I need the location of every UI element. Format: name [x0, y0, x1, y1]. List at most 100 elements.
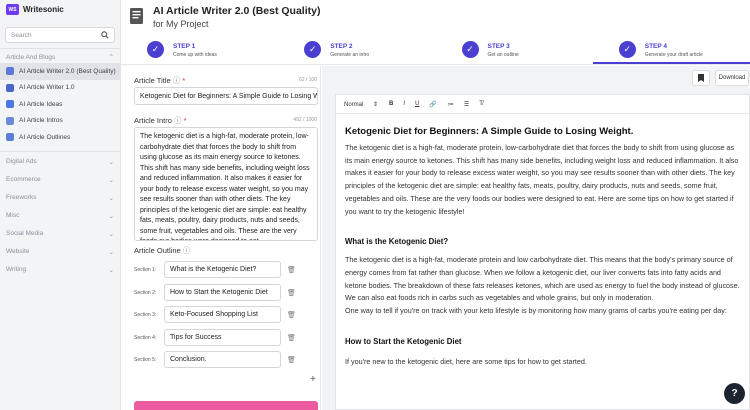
document-icon [130, 8, 143, 24]
section-label: Section 1: [134, 266, 157, 273]
category-ecommerce[interactable]: Ecommerce ⌄ [0, 174, 120, 186]
document-content[interactable]: Ketogenic Diet for Beginners: A Simple G… [336, 126, 749, 368]
format-select-value: Normal [344, 101, 364, 108]
step-2[interactable]: ✓ STEP 2 Generate an intro [278, 35, 435, 64]
chevron-down-icon: ⌄ [108, 230, 114, 238]
writesonic-logo: WS [6, 4, 19, 15]
intros-icon [6, 116, 14, 125]
category-label: Writing [6, 266, 27, 273]
sidebar: WS Writesonic Search Article And Blogs ⌃… [0, 0, 121, 410]
draft-document: Normal ⇕ B I U 🔗 ≔ ☰ T̸ Ketogenic Diet f… [335, 94, 750, 410]
article-outline-label: Article Outline ⓘ [134, 245, 190, 256]
article-intro-textarea[interactable]: The ketogenic diet is a high-fat, modera… [134, 127, 318, 241]
ideas-icon [6, 100, 14, 109]
category-misc[interactable]: Misc ⌄ [0, 210, 120, 222]
category-freeworks[interactable]: Freeworks ⌄ [0, 192, 120, 204]
trash-icon[interactable]: 🗑 [287, 356, 296, 364]
article-writer-icon [6, 83, 14, 92]
article-title-label: Article Title ⓘ * [134, 75, 185, 86]
article-writer-icon [6, 67, 14, 76]
section-label: Section 4: [134, 334, 157, 341]
sidebar-item-label: AI Article Ideas [19, 100, 63, 108]
sidebar-item-ai-article-ideas[interactable]: AI Article Ideas [0, 96, 120, 113]
intro-char-count: 492 / 1000 [293, 117, 317, 123]
section-input[interactable]: How to Start the Ketogenic Diet [164, 284, 281, 301]
step-label: STEP 1 [173, 43, 196, 50]
chevron-down-icon: ⌄ [108, 212, 114, 220]
clear-format-icon[interactable]: T̸ [479, 101, 483, 108]
category-label: Digital Ads [6, 158, 37, 165]
trash-icon[interactable]: 🗑 [287, 289, 296, 297]
section-label: Section 5: [134, 356, 157, 363]
chevron-down-icon: ⌄ [108, 266, 114, 274]
step-label: STEP 3 [487, 43, 510, 50]
category-digital-ads[interactable]: Digital Ads ⌄ [0, 156, 120, 168]
search-input[interactable]: Search [5, 27, 115, 43]
category-label: Article And Blogs [6, 53, 56, 61]
step-description: Generate an intro [330, 52, 370, 58]
category-label: Ecommerce [6, 176, 41, 183]
chevron-down-icon: ⌄ [108, 194, 114, 202]
outline-section-row: Section 4: Tips for Success 🗑 [134, 329, 296, 346]
check-icon: ✓ [304, 41, 322, 58]
article-form: Article Title ⓘ * 62 / 100 Ketogenic Die… [121, 66, 321, 410]
section-heading: What is the Ketogenic Diet? [345, 237, 449, 247]
step-1[interactable]: ✓ STEP 1 Come up with ideas [121, 35, 278, 64]
section-label: Section 2: [134, 289, 157, 296]
trash-icon[interactable]: 🗑 [287, 334, 296, 342]
step-4[interactable]: ✓ STEP 4 Generate your draft article [592, 35, 750, 64]
sidebar-item-ai-article-writer-2[interactable]: AI Article Writer 2.0 (Best Quality) [0, 63, 120, 80]
info-icon: ⓘ [172, 76, 181, 85]
category-website[interactable]: Website ⌄ [0, 246, 120, 258]
article-title-input[interactable]: Ketogenic Diet for Beginners: A Simple G… [134, 87, 318, 105]
category-label: Misc [6, 212, 20, 219]
category-writing[interactable]: Writing ⌄ [0, 264, 120, 276]
step-label: STEP 4 [644, 43, 668, 50]
section-input[interactable]: Tips for Success [164, 329, 281, 346]
list-buttons: ≔ ☰ T̸ [448, 101, 483, 108]
download-button[interactable]: Download [715, 70, 749, 86]
bookmark-button[interactable] [692, 70, 710, 86]
label-text: Article Outline [134, 246, 181, 255]
project-name: for My Project [153, 19, 209, 29]
brand: WS Writesonic [0, 0, 120, 19]
search-placeholder: Search [11, 31, 32, 39]
category-social-media[interactable]: Social Media ⌄ [0, 228, 120, 240]
section-input[interactable]: Conclusion. [164, 351, 281, 368]
help-button[interactable]: ? [724, 383, 745, 404]
category-label: Website [6, 248, 30, 255]
trash-icon[interactable]: 🗑 [287, 311, 296, 319]
paragraph: One way to tell if you're on track with … [345, 306, 727, 316]
section-input[interactable]: Keto-Focused Shopping List [164, 306, 281, 323]
outline-section-row: Section 5: Conclusion. 🗑 [134, 351, 296, 368]
underline-icon[interactable]: U [415, 101, 419, 108]
step-progress: ✓ STEP 1 Come up with ideas ✓ STEP 2 Gen… [121, 35, 750, 65]
outline-section-row: Section 3: Keto-Focused Shopping List 🗑 [134, 306, 296, 323]
step-description: Generate your draft article [644, 52, 703, 58]
ordered-list-icon[interactable]: ≔ [448, 101, 454, 108]
label-text: Article Title [134, 76, 171, 85]
editor-panel: Download Normal ⇕ B I U 🔗 ≔ ☰ T̸ Ketogen… [322, 66, 750, 410]
brand-name: Writesonic [23, 5, 64, 14]
format-select[interactable]: Normal ⇕ [344, 101, 378, 108]
generate-button[interactable] [134, 401, 318, 410]
section-label: Section 3: [134, 311, 157, 318]
required-marker: * [183, 116, 187, 125]
bullet-list-icon[interactable]: ☰ [464, 101, 469, 108]
bold-icon[interactable]: B [389, 101, 393, 108]
sidebar-item-ai-article-writer-1[interactable]: AI Article Writer 1.0 [0, 80, 120, 97]
step-3[interactable]: ✓ STEP 3 Get an outline [436, 35, 593, 64]
paragraph: The ketogenic diet is a high-fat, modera… [345, 255, 740, 290]
section-input[interactable]: What is the Ketogenic Diet? [164, 261, 281, 278]
paragraph: If you're new to the ketogenic diet, her… [345, 356, 587, 366]
add-section-icon[interactable]: + [310, 374, 316, 385]
category-label: Freeworks [6, 194, 37, 201]
outline-section-row: Section 1: What is the Ketogenic Diet? 🗑 [134, 261, 296, 278]
trash-icon[interactable]: 🗑 [287, 266, 296, 274]
category-article-and-blogs[interactable]: Article And Blogs ⌃ [0, 51, 120, 63]
sidebar-item-ai-article-intros[interactable]: AI Article Intros [0, 113, 120, 130]
check-icon: ✓ [618, 41, 636, 58]
sidebar-item-ai-article-outlines[interactable]: AI Article Outlines [0, 129, 120, 146]
italic-icon[interactable]: I [403, 101, 405, 108]
link-icon[interactable]: 🔗 [429, 101, 436, 108]
